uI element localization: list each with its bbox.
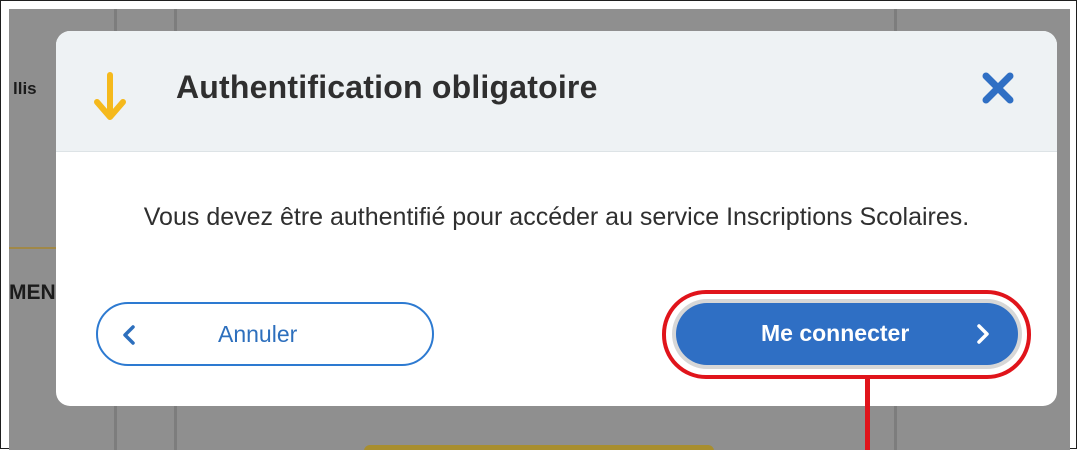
dialog-title: Authentification obligatoire xyxy=(176,69,598,105)
close-icon[interactable] xyxy=(979,69,1017,107)
dialog-header: Authentification obligatoire xyxy=(56,31,1057,152)
chevron-left-icon xyxy=(123,325,135,345)
background-yellow-button xyxy=(364,445,714,450)
connect-button[interactable]: Me connecter xyxy=(676,303,1018,365)
chevron-right-icon xyxy=(977,324,989,344)
cancel-button[interactable]: Annuler xyxy=(96,302,434,366)
arrow-down-icon xyxy=(94,72,126,120)
background-rule xyxy=(9,247,59,249)
callout-line xyxy=(865,378,870,450)
connect-button-label: Me connecter xyxy=(761,320,910,346)
cancel-button-label: Annuler xyxy=(218,321,298,347)
dialog-message: Vous devez être authentifié pour accéder… xyxy=(143,203,970,231)
background-text: MEN xyxy=(9,281,56,304)
background-text: llis xyxy=(13,79,37,98)
auth-required-dialog: Authentification obligatoire Vous devez … xyxy=(56,31,1057,406)
screenshot-frame: llis MEN Authentification obligatoire Vo… xyxy=(0,0,1077,450)
